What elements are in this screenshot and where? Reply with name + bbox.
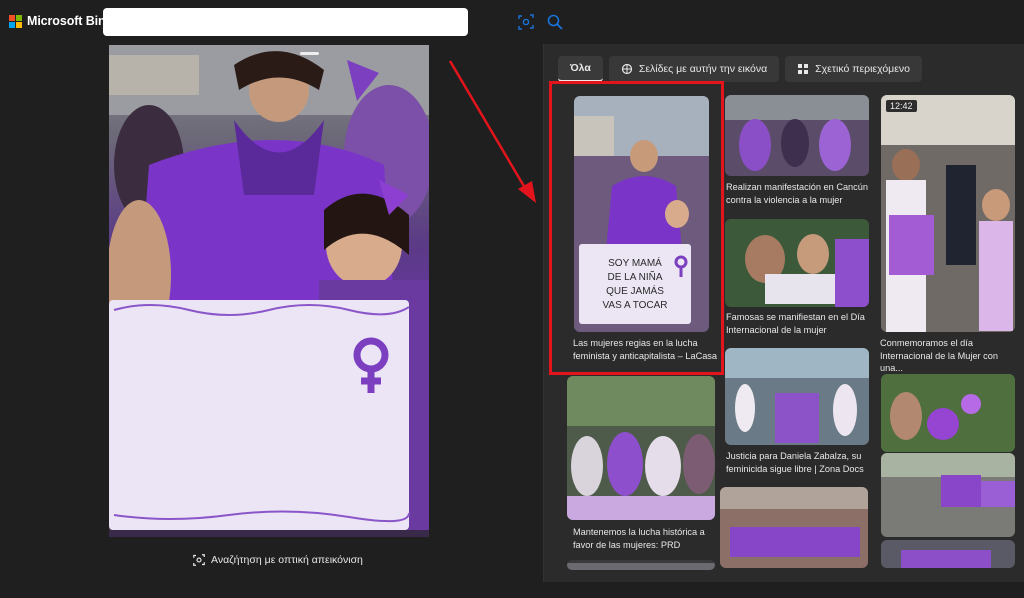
result-card-video[interactable] xyxy=(881,95,1015,332)
main-image-graphic xyxy=(109,45,429,537)
result-thumbnail xyxy=(720,487,868,568)
highlight-box xyxy=(549,81,724,375)
result-thumbnail xyxy=(881,453,1015,537)
tab-related-content[interactable]: Σχετικό περιεχόμενο xyxy=(785,56,922,82)
result-caption[interactable]: Conmemoramos el día Internacional de la … xyxy=(880,337,1020,375)
main-image[interactable] xyxy=(109,45,429,537)
result-thumbnail xyxy=(881,374,1015,452)
result-thumbnail xyxy=(725,219,869,307)
result-card-image[interactable] xyxy=(725,348,869,445)
result-thumbnail xyxy=(725,95,869,176)
result-card-image[interactable] xyxy=(881,453,1015,537)
result-thumbnail xyxy=(567,376,715,520)
result-tabs: Όλα Σελίδες με αυτήν την εικόνα Σχετικό … xyxy=(558,56,922,82)
result-card-image[interactable] xyxy=(567,560,715,570)
camera-scan-icon xyxy=(193,554,205,566)
tab-all[interactable]: Όλα xyxy=(558,56,603,82)
brand-name: Microsoft Bing xyxy=(27,14,114,28)
microsoft-logo-icon xyxy=(9,14,22,28)
camera-scan-icon[interactable] xyxy=(518,14,534,30)
result-card-image[interactable] xyxy=(725,219,869,307)
result-thumbnail xyxy=(725,348,869,445)
result-card-image[interactable] xyxy=(881,374,1015,452)
tab-related-label: Σχετικό περιεχόμενο xyxy=(815,63,910,75)
bottom-bar xyxy=(0,582,1024,598)
result-card-image[interactable] xyxy=(725,95,869,176)
result-thumbnail xyxy=(567,563,715,570)
result-caption[interactable]: Famosas se manifiestan en el Día Interna… xyxy=(726,311,871,336)
red-arrow-icon xyxy=(448,60,536,203)
tab-pages-with-image[interactable]: Σελίδες με αυτήν την εικόνα xyxy=(608,56,780,82)
tab-all-label: Όλα xyxy=(570,62,591,74)
visual-search-button[interactable]: Αναζήτηση με οπτική απεικόνιση xyxy=(193,554,363,566)
result-caption[interactable]: Mantenemos la lucha histórica a favor de… xyxy=(573,526,715,551)
drag-handle[interactable] xyxy=(300,52,319,55)
tiles-icon xyxy=(798,64,809,74)
top-bar: Microsoft Bing xyxy=(0,0,1024,44)
globe-grid-icon xyxy=(621,63,632,75)
result-card-image[interactable] xyxy=(567,376,715,520)
search-box xyxy=(103,8,563,36)
bing-logo[interactable]: Microsoft Bing xyxy=(9,14,113,28)
result-caption[interactable]: Justicia para Daniela Zabalza, su femini… xyxy=(726,450,871,475)
tab-pages-label: Σελίδες με αυτήν την εικόνα xyxy=(638,63,768,75)
result-caption[interactable]: Realizan manifestación en Cancún contra … xyxy=(726,181,871,206)
search-icon[interactable] xyxy=(547,14,563,30)
result-card-image[interactable] xyxy=(720,487,868,568)
search-input[interactable] xyxy=(111,12,406,32)
result-thumbnail xyxy=(881,540,1015,568)
result-thumbnail xyxy=(881,95,1015,332)
visual-search-label: Αναζήτηση με οπτική απεικόνιση xyxy=(211,554,363,566)
result-card-image[interactable] xyxy=(881,540,1015,568)
video-duration-badge: 12:42 xyxy=(886,100,917,112)
